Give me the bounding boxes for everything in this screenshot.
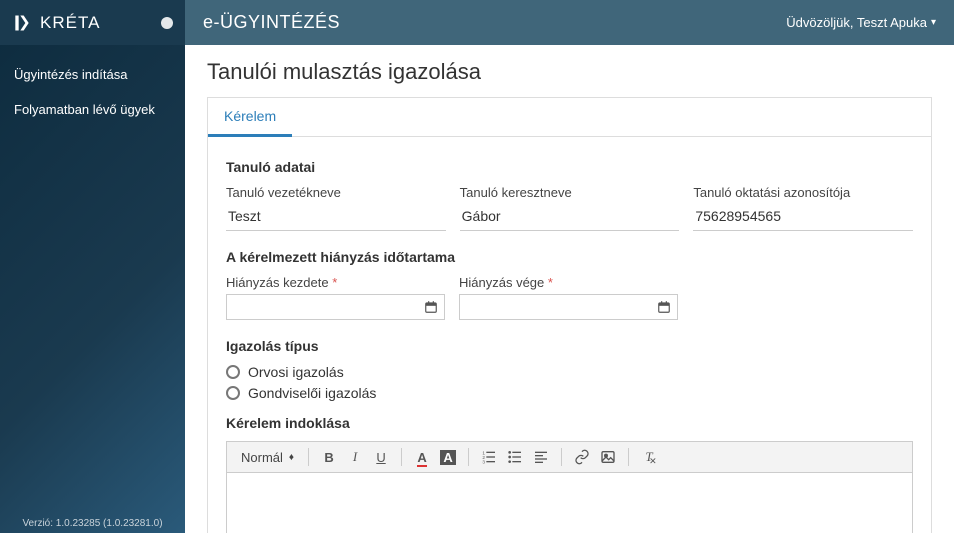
brand: KRÉTA bbox=[0, 0, 185, 45]
absence-end-text[interactable] bbox=[466, 300, 657, 315]
svg-text:3: 3 bbox=[482, 460, 485, 465]
required-mark: * bbox=[332, 275, 337, 290]
chevron-down-icon: ▾ bbox=[931, 17, 936, 28]
version-label: Verzió: 1.0.23285 (1.0.23281.0) bbox=[0, 518, 185, 529]
radio-guardian[interactable]: Gondviselői igazolás bbox=[226, 385, 913, 401]
sidebar: KRÉTA Ügyintézés indítása Folyamatban lé… bbox=[0, 0, 185, 533]
topbar: e-ÜGYINTÉZÉS Üdvözöljük, Teszt Apuka ▾ bbox=[185, 0, 954, 45]
tabs: Kérelem bbox=[208, 98, 931, 137]
lastname-input[interactable] bbox=[226, 204, 446, 231]
italic-icon: I bbox=[353, 449, 357, 465]
calendar-icon bbox=[424, 300, 438, 314]
text-color-icon: A bbox=[417, 450, 426, 465]
brand-status-dot-icon bbox=[161, 17, 173, 29]
text-color-button[interactable]: A bbox=[410, 446, 434, 468]
field-lastname: Tanuló vezetékneve bbox=[226, 185, 446, 231]
app-title: e-ÜGYINTÉZÉS bbox=[203, 12, 340, 33]
bg-color-icon: A bbox=[440, 450, 455, 465]
bold-button[interactable]: B bbox=[317, 446, 341, 468]
bold-icon: B bbox=[324, 450, 333, 465]
absence-start-input[interactable] bbox=[226, 294, 445, 320]
required-mark: * bbox=[548, 275, 553, 290]
sidebar-item-label: Folyamatban lévő ügyek bbox=[14, 102, 155, 117]
separator-icon bbox=[308, 448, 309, 466]
rte-toolbar: Normál ♦ B I U bbox=[227, 442, 912, 473]
separator-icon bbox=[468, 448, 469, 466]
italic-button[interactable]: I bbox=[343, 446, 367, 468]
user-menu[interactable]: Üdvözöljük, Teszt Apuka ▾ bbox=[786, 15, 936, 30]
content: Tanulói mulasztás igazolása Kérelem Tanu… bbox=[185, 45, 954, 533]
brand-logo-icon bbox=[12, 13, 32, 33]
underline-icon: U bbox=[376, 450, 385, 465]
label: Hiányzás vége * bbox=[459, 275, 678, 290]
absence-start-text[interactable] bbox=[233, 300, 424, 315]
page-title: Tanulói mulasztás igazolása bbox=[207, 59, 932, 85]
separator-icon bbox=[628, 448, 629, 466]
unordered-list-icon bbox=[507, 449, 523, 465]
unordered-list-button[interactable] bbox=[503, 446, 527, 468]
radio-medical[interactable]: Orvosi igazolás bbox=[226, 364, 913, 380]
rte-textarea[interactable] bbox=[227, 473, 912, 533]
align-button[interactable] bbox=[529, 446, 553, 468]
sidebar-item-start-case[interactable]: Ügyintézés indítása bbox=[0, 57, 185, 92]
field-absence-start: Hiányzás kezdete * bbox=[226, 275, 445, 320]
absence-end-input[interactable] bbox=[459, 294, 678, 320]
clear-format-icon: T✕ bbox=[645, 449, 652, 465]
label: Tanuló keresztneve bbox=[460, 185, 680, 200]
side-nav: Ügyintézés indítása Folyamatban lévő ügy… bbox=[0, 45, 185, 127]
separator-icon bbox=[401, 448, 402, 466]
sidebar-item-label: Ügyintézés indítása bbox=[14, 67, 127, 82]
label: Hiányzás kezdete * bbox=[226, 275, 445, 290]
align-left-icon bbox=[533, 449, 549, 465]
main: e-ÜGYINTÉZÉS Üdvözöljük, Teszt Apuka ▾ T… bbox=[185, 0, 954, 533]
field-eduid: Tanuló oktatási azonosítója bbox=[693, 185, 913, 231]
card-body: Tanuló adatai Tanuló vezetékneve Tanuló … bbox=[208, 137, 931, 533]
link-button[interactable] bbox=[570, 446, 594, 468]
sidebar-item-in-progress[interactable]: Folyamatban lévő ügyek bbox=[0, 92, 185, 127]
radio-icon bbox=[226, 386, 240, 400]
tab-request[interactable]: Kérelem bbox=[208, 98, 292, 137]
form-card: Kérelem Tanuló adatai Tanuló vezetékneve… bbox=[207, 97, 932, 533]
separator-icon bbox=[561, 448, 562, 466]
ordered-list-button[interactable]: 123 bbox=[477, 446, 501, 468]
brand-name: KRÉTA bbox=[40, 13, 100, 33]
bg-color-button[interactable]: A bbox=[436, 446, 460, 468]
section-absence: A kérelmezett hiányzás időtartama bbox=[226, 249, 913, 265]
image-button[interactable] bbox=[596, 446, 620, 468]
link-icon bbox=[574, 449, 590, 465]
image-icon bbox=[600, 449, 616, 465]
radio-icon bbox=[226, 365, 240, 379]
ordered-list-icon: 123 bbox=[481, 449, 497, 465]
tab-label: Kérelem bbox=[224, 108, 276, 124]
caret-icon: ♦ bbox=[289, 452, 294, 463]
field-firstname: Tanuló keresztneve bbox=[460, 185, 680, 231]
radio-label: Gondviselői igazolás bbox=[248, 385, 376, 401]
eduid-input[interactable] bbox=[693, 204, 913, 231]
section-student: Tanuló adatai bbox=[226, 159, 913, 175]
rich-text-editor: Normál ♦ B I U bbox=[226, 441, 913, 533]
label: Tanuló oktatási azonosítója bbox=[693, 185, 913, 200]
section-type: Igazolás típus bbox=[226, 338, 913, 354]
clear-format-button[interactable]: T✕ bbox=[637, 446, 661, 468]
field-absence-end: Hiányzás vége * bbox=[459, 275, 678, 320]
rte-format-label: Normál bbox=[241, 450, 283, 465]
calendar-icon bbox=[657, 300, 671, 314]
underline-button[interactable]: U bbox=[369, 446, 393, 468]
section-reason: Kérelem indoklása bbox=[226, 415, 913, 431]
radio-label: Orvosi igazolás bbox=[248, 364, 344, 380]
label: Tanuló vezetékneve bbox=[226, 185, 446, 200]
user-greeting: Üdvözöljük, Teszt Apuka bbox=[786, 15, 927, 30]
firstname-input[interactable] bbox=[460, 204, 680, 231]
rte-format-select[interactable]: Normál ♦ bbox=[235, 448, 300, 467]
